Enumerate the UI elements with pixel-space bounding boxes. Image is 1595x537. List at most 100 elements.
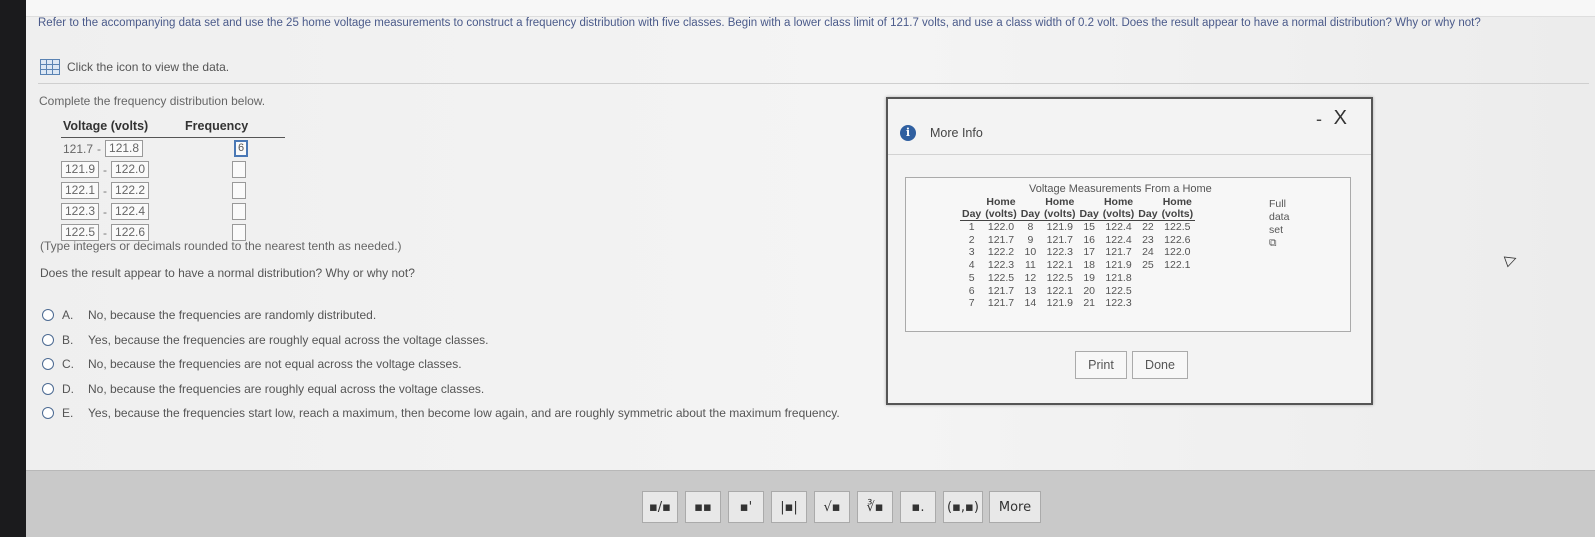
table-cell: 121.8 <box>1105 271 1132 284</box>
table-cell: 5 <box>968 271 975 284</box>
option-text: Yes, because the frequencies are roughly… <box>88 332 489 347</box>
lower-limit-input[interactable]: 121.9 <box>61 161 100 178</box>
option-d[interactable]: D. No, because the frequencies are roughl… <box>42 377 840 402</box>
upper-limit-input[interactable]: 121.8 <box>105 140 144 157</box>
table-cell: 20 <box>1083 284 1095 297</box>
normal-distribution-question: Does the result appear to have a normal … <box>40 266 415 280</box>
option-e[interactable]: E. Yes, because the frequencies start low… <box>42 401 840 426</box>
table-cell: 1 <box>968 221 975 233</box>
nth-root-button[interactable]: ∛▪ <box>857 491 893 523</box>
minimize-icon[interactable]: - <box>1316 109 1322 130</box>
option-letter: D. <box>62 381 74 396</box>
table-row: 2 121.7 9 121.7 16 122.4 23 122.6 <box>960 234 1195 247</box>
print-button[interactable]: Print <box>1075 351 1127 379</box>
answer-options: A. No, because the frequencies are random… <box>42 303 840 426</box>
dash: - <box>103 183 108 198</box>
absolute-value-button[interactable]: |▪| <box>771 491 807 523</box>
dash: - <box>103 225 108 240</box>
full-data-label[interactable]: Full <box>1269 198 1289 211</box>
table-cell: 122.1 <box>1046 259 1073 272</box>
option-letter: C. <box>62 357 74 372</box>
table-cell: 9 <box>1027 233 1034 246</box>
square-root-button[interactable]: √▪ <box>814 491 850 523</box>
option-text: Yes, because the frequencies start low, … <box>88 406 840 421</box>
table-cell <box>1136 297 1159 310</box>
table-cell: 122.4 <box>1105 233 1132 246</box>
radio-button[interactable] <box>42 382 54 395</box>
column-header: Home <box>1103 196 1134 208</box>
table-cell: 121.7 <box>1105 246 1132 259</box>
full-data-set-link[interactable]: Full data set ⧉ <box>1269 198 1289 250</box>
table-cell: 8 <box>1027 221 1034 233</box>
data-link-row[interactable]: Click the icon to view the data. <box>40 59 229 75</box>
option-c[interactable]: C. No, because the frequencies are not eq… <box>42 352 840 377</box>
table-cell: 23 <box>1142 233 1154 246</box>
mixed-number-button[interactable]: ▪▪ <box>685 491 721 523</box>
fraction-button[interactable]: ▪/▪ <box>642 491 678 523</box>
upper-limit-input[interactable]: 122.2 <box>111 182 150 199</box>
upper-limit-input[interactable]: 122.4 <box>111 203 150 220</box>
table-cell: 121.9 <box>1105 259 1132 272</box>
lower-limit-input[interactable]: 122.1 <box>61 182 100 199</box>
option-b[interactable]: B. Yes, because the frequencies are rough… <box>42 328 840 353</box>
exponent-button[interactable]: ▪' <box>728 491 764 523</box>
column-header: (volts) <box>1100 208 1137 221</box>
data-table-icon[interactable] <box>40 59 60 75</box>
table-cell: 121.7 <box>987 297 1015 310</box>
ordered-pair-button[interactable]: (▪,▪) <box>943 491 983 523</box>
done-button[interactable]: Done <box>1132 351 1188 379</box>
frequency-input[interactable]: 6 <box>234 140 248 157</box>
option-letter: B. <box>62 332 74 347</box>
full-data-label[interactable]: set <box>1269 224 1289 237</box>
radio-button[interactable] <box>42 358 54 371</box>
frequency-input[interactable] <box>232 161 246 178</box>
table-header-top: Home Home Home Home <box>960 196 1195 208</box>
frequency-row: 122.1-122.2 <box>61 180 285 201</box>
table-cell: 19 <box>1083 271 1095 284</box>
table-cell: 121.9 <box>1046 297 1073 310</box>
frequency-column-header: Frequency <box>185 119 249 133</box>
info-icon: i <box>900 125 916 141</box>
frequency-input[interactable] <box>232 203 246 220</box>
table-cell: 122.5 <box>1164 221 1191 233</box>
homework-screen: Refer to the accompanying data set and u… <box>26 0 1595 537</box>
table-cell: 122.4 <box>1105 221 1132 233</box>
column-header: (volts) <box>983 208 1019 221</box>
table-cell: 122.5 <box>1105 284 1132 297</box>
table-cell: 4 <box>968 259 975 272</box>
table-cell: 122.3 <box>1046 246 1073 259</box>
copy-icon[interactable]: ⧉ <box>1269 237 1289 250</box>
table-cell: 16 <box>1083 233 1095 246</box>
upper-limit-input[interactable]: 122.0 <box>111 161 150 178</box>
table-cell: 6 <box>968 284 975 297</box>
table-cell: 122.2 <box>987 246 1015 259</box>
table-row: 7 121.7 14 121.9 21 122.3 <box>960 297 1195 310</box>
more-button[interactable]: More <box>989 491 1041 523</box>
column-header: Day <box>1018 208 1043 221</box>
table-cell: 13 <box>1024 284 1037 297</box>
lower-limit-input[interactable]: 122.3 <box>61 203 100 220</box>
frequency-row: 121.7-121.8 6 <box>61 138 285 159</box>
radio-button[interactable] <box>42 309 54 322</box>
option-text: No, because the frequencies are randomly… <box>88 308 377 323</box>
radio-button[interactable] <box>42 333 54 346</box>
close-icon[interactable]: X <box>1334 107 1347 130</box>
table-cell: 14 <box>1024 297 1037 310</box>
data-link-text[interactable]: Click the icon to view the data. <box>67 60 229 74</box>
full-data-label[interactable]: data <box>1269 211 1289 224</box>
table-cell: 121.9 <box>1046 221 1073 233</box>
decimal-button[interactable]: ▪. <box>900 491 936 523</box>
radio-button[interactable] <box>42 407 54 420</box>
table-cell: 11 <box>1024 259 1036 272</box>
table-cell: 2 <box>968 233 975 246</box>
option-letter: A. <box>62 308 74 323</box>
frequency-table: Voltage (volts) Frequency 121.7-121.8 6 … <box>61 119 285 243</box>
table-row: 3 122.2 10 122.3 17 121.7 24 122.0 <box>960 246 1195 259</box>
column-header: Home <box>1162 196 1192 208</box>
table-row: 5 122.5 12 122.5 19 121.8 <box>960 272 1195 285</box>
dash: - <box>97 141 102 156</box>
option-a[interactable]: A. No, because the frequencies are random… <box>42 303 840 328</box>
table-row: 6 121.7 13 122.1 20 122.5 <box>960 285 1195 298</box>
frequency-input[interactable] <box>232 182 246 199</box>
table-cell: 7 <box>968 297 975 310</box>
